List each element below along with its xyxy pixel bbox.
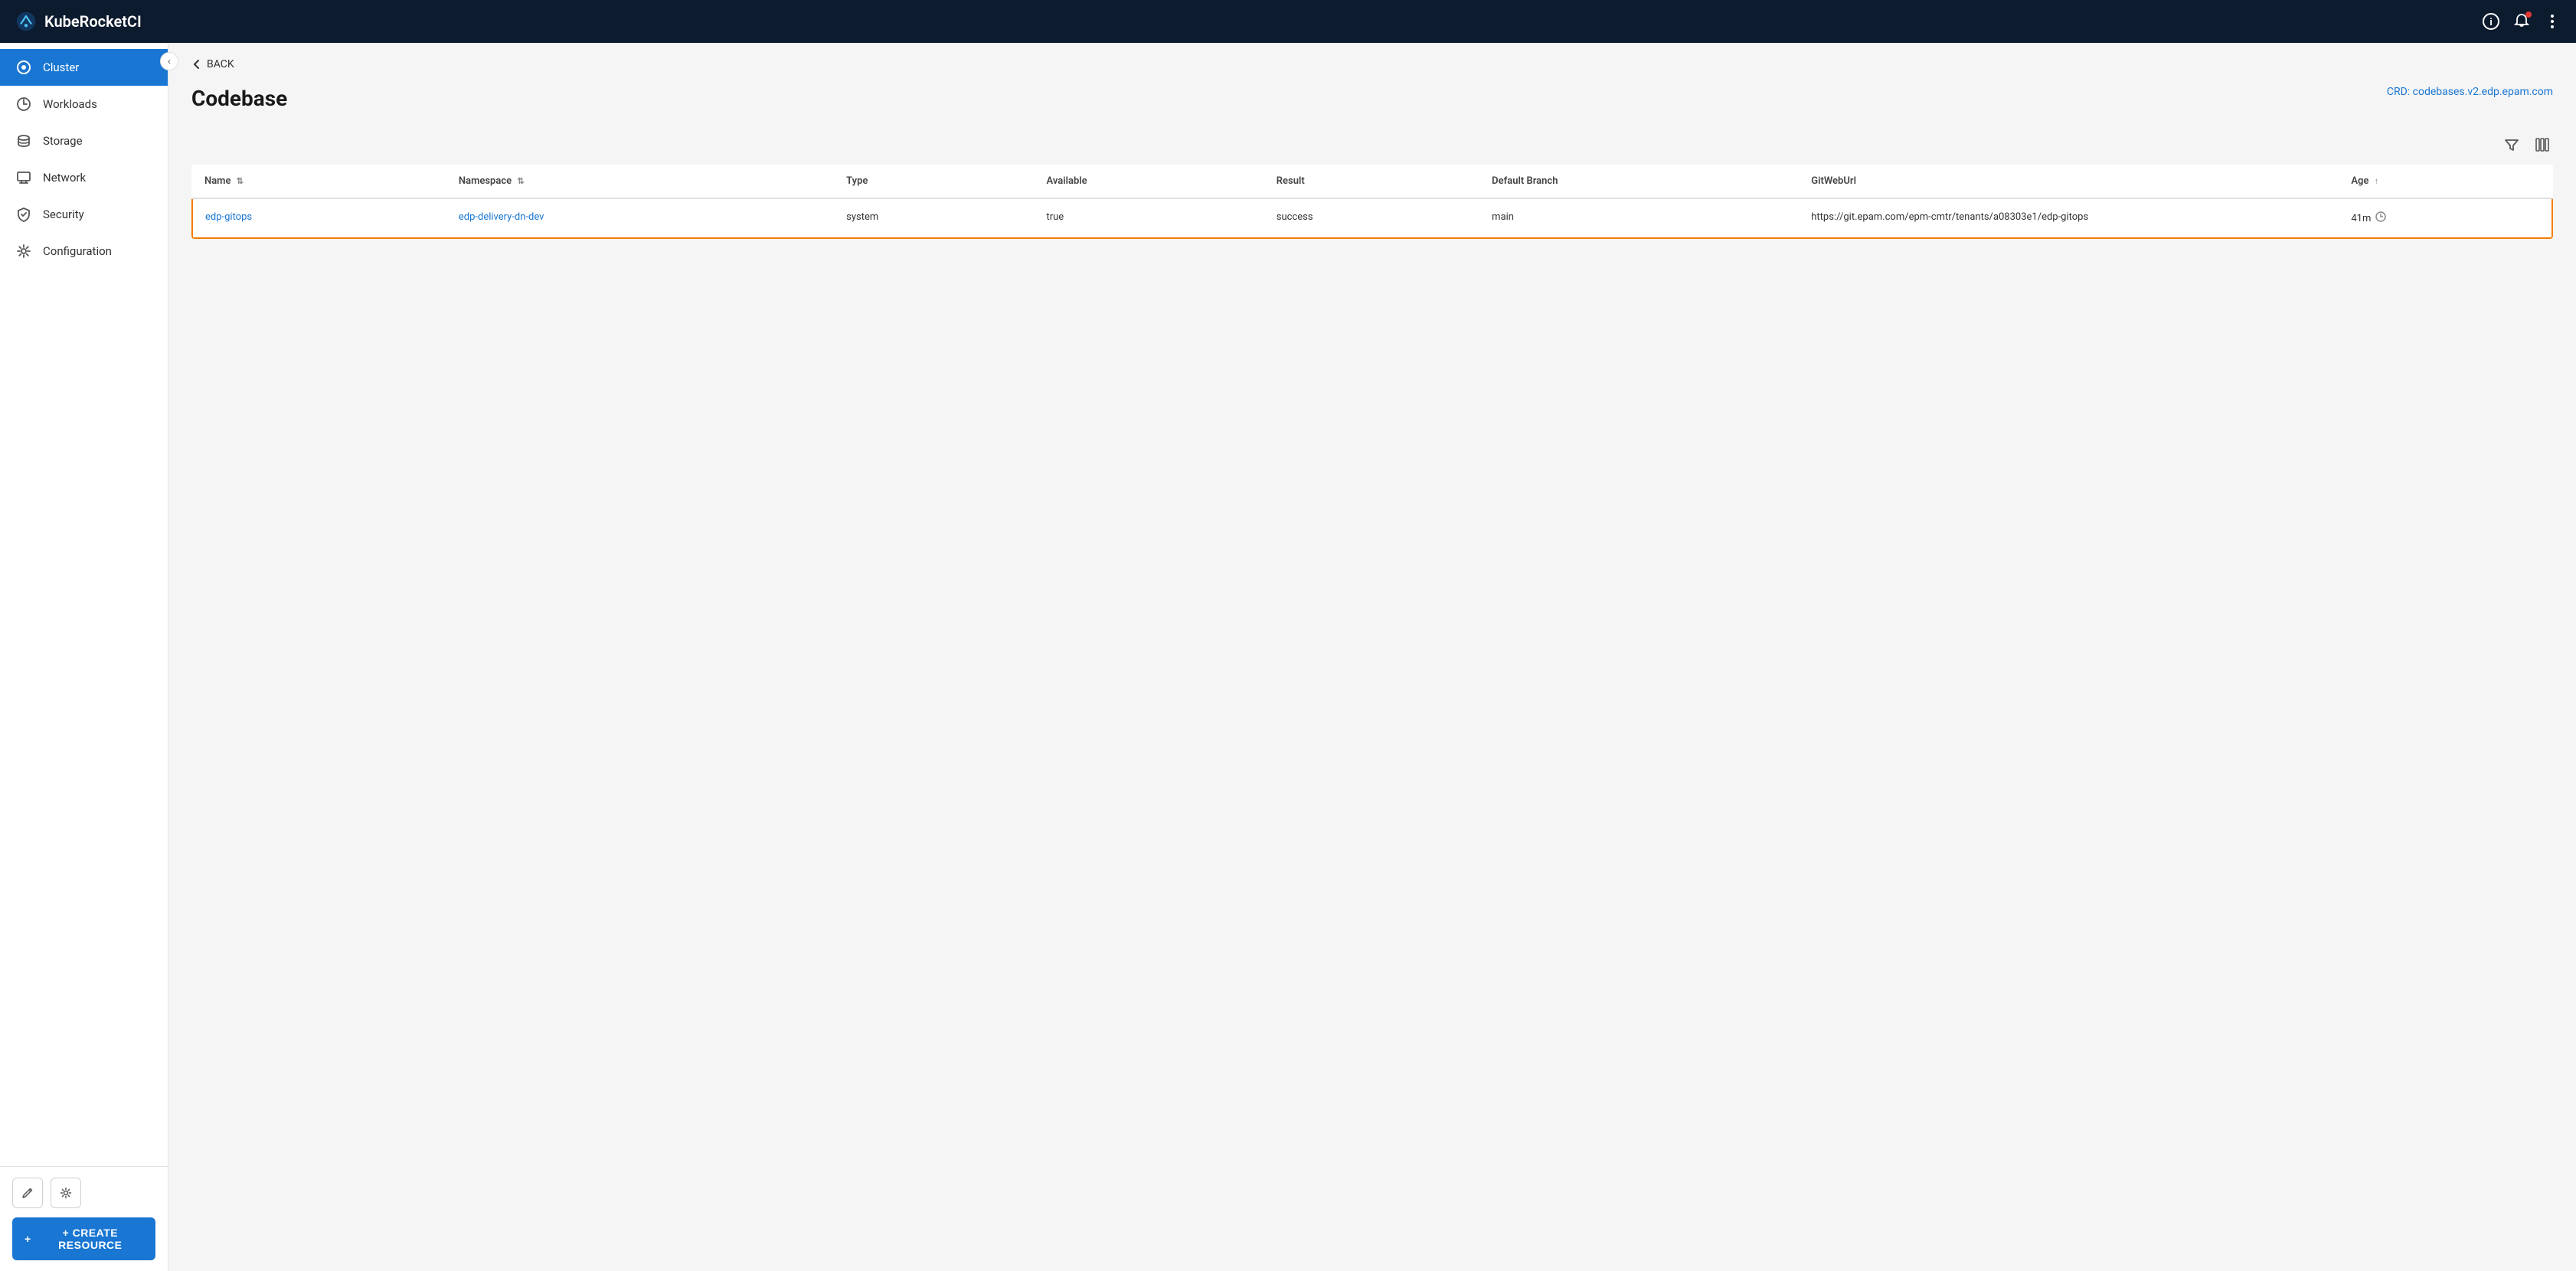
table-toolbar — [191, 134, 2553, 155]
sidebar-label-workloads: Workloads — [43, 97, 97, 111]
crd-link[interactable]: CRD: codebases.v2.edp.epam.com — [2387, 86, 2553, 98]
age-sort-icon: ↑ — [2375, 176, 2379, 186]
sidebar-item-cluster[interactable]: Cluster — [0, 49, 168, 86]
columns-button[interactable] — [2532, 134, 2553, 155]
configuration-icon — [15, 243, 32, 260]
sidebar-item-network[interactable]: Network — [0, 159, 168, 196]
sidebar-label-security: Security — [43, 207, 84, 221]
sidebar: ‹ Cluster Workloads — [0, 43, 168, 1271]
cell-available: true — [1034, 198, 1263, 238]
cell-name: edp-gitops — [192, 198, 446, 238]
security-icon — [15, 206, 32, 223]
sidebar-item-security[interactable]: Security — [0, 196, 168, 233]
header-logo: KubeRocketCI — [15, 11, 2483, 32]
more-button[interactable] — [2544, 13, 2561, 30]
info-icon: i — [2483, 13, 2499, 30]
filter-icon — [2504, 137, 2519, 152]
create-resource-button[interactable]: + + CREATE RESOURCE — [12, 1217, 155, 1260]
page-title: Codebase — [191, 86, 287, 111]
col-default-branch: Default Branch — [1479, 165, 1799, 198]
table-header: Name ⇅ Namespace ⇅ Type Available — [192, 165, 2552, 198]
sidebar-item-configuration[interactable]: Configuration — [0, 233, 168, 270]
sidebar-bottom-icons — [12, 1178, 155, 1208]
info-button[interactable]: i — [2483, 13, 2499, 30]
sidebar-label-cluster: Cluster — [43, 60, 79, 74]
namespace-sort-icon: ⇅ — [517, 176, 524, 186]
header: KubeRocketCI i — [0, 0, 2576, 43]
back-label: BACK — [207, 58, 234, 70]
gear-icon — [60, 1187, 72, 1199]
notification-button[interactable] — [2513, 13, 2530, 30]
sidebar-bottom: + + CREATE RESOURCE — [0, 1166, 168, 1271]
edit-button[interactable] — [12, 1178, 43, 1208]
page-header: Codebase CRD: codebases.v2.edp.epam.com — [191, 86, 2553, 111]
namespace-link[interactable]: edp-delivery-dn-dev — [459, 211, 544, 223]
age-value: 41m — [2351, 213, 2371, 224]
codebase-table: Name ⇅ Namespace ⇅ Type Available — [191, 165, 2553, 239]
create-resource-plus: + — [25, 1233, 31, 1245]
cluster-icon — [15, 59, 32, 76]
table-body: edp-gitops edp-delivery-dn-dev system tr… — [192, 198, 2552, 238]
name-sort-icon: ⇅ — [237, 176, 244, 186]
more-icon — [2544, 13, 2561, 30]
sidebar-item-storage[interactable]: Storage — [0, 123, 168, 159]
svg-text:i: i — [2489, 16, 2493, 28]
col-available: Available — [1034, 165, 1263, 198]
cell-type: system — [834, 198, 1034, 238]
edit-icon — [21, 1187, 34, 1199]
cell-age: 41m — [2339, 198, 2552, 238]
col-result: Result — [1264, 165, 1479, 198]
table-row: edp-gitops edp-delivery-dn-dev system tr… — [192, 198, 2552, 238]
cell-default-branch: main — [1479, 198, 1799, 238]
app-title: KubeRocketCI — [44, 12, 142, 31]
workloads-icon — [15, 96, 32, 113]
sidebar-collapse-button[interactable]: ‹ — [160, 52, 178, 70]
sidebar-label-network: Network — [43, 171, 86, 185]
sidebar-nav: Cluster Workloads — [0, 43, 168, 1166]
storage-icon — [15, 132, 32, 149]
back-link[interactable]: BACK — [191, 58, 2553, 70]
filter-button[interactable] — [2501, 134, 2522, 155]
col-type: Type — [834, 165, 1034, 198]
col-name[interactable]: Name ⇅ — [192, 165, 446, 198]
cell-namespace: edp-delivery-dn-dev — [446, 198, 834, 238]
col-gitweburl: GitWebUrl — [1799, 165, 2339, 198]
sidebar-item-workloads[interactable]: Workloads — [0, 86, 168, 123]
columns-icon — [2535, 137, 2550, 152]
table-container: Name ⇅ Namespace ⇅ Type Available — [191, 165, 2553, 239]
cell-gitweburl: https://git.epam.com/epm-cmtr/tenants/a0… — [1799, 198, 2339, 238]
settings-button[interactable] — [51, 1178, 81, 1208]
back-chevron-icon — [191, 59, 202, 70]
create-resource-label: + CREATE RESOURCE — [38, 1227, 143, 1251]
network-icon — [15, 169, 32, 186]
cell-result: success — [1264, 198, 1479, 238]
notification-dot — [2525, 11, 2532, 18]
col-namespace[interactable]: Namespace ⇅ — [446, 165, 834, 198]
sidebar-label-configuration: Configuration — [43, 244, 112, 258]
main-layout: ‹ Cluster Workloads — [0, 43, 2576, 1271]
logo-icon — [15, 11, 37, 32]
col-age[interactable]: Age ↑ — [2339, 165, 2552, 198]
age-clock-icon — [2375, 211, 2386, 225]
sidebar-label-storage: Storage — [43, 134, 83, 148]
name-link[interactable]: edp-gitops — [205, 211, 252, 223]
main-content: BACK Codebase CRD: codebases.v2.edp.epam… — [168, 43, 2576, 1271]
header-actions: i — [2483, 13, 2561, 30]
